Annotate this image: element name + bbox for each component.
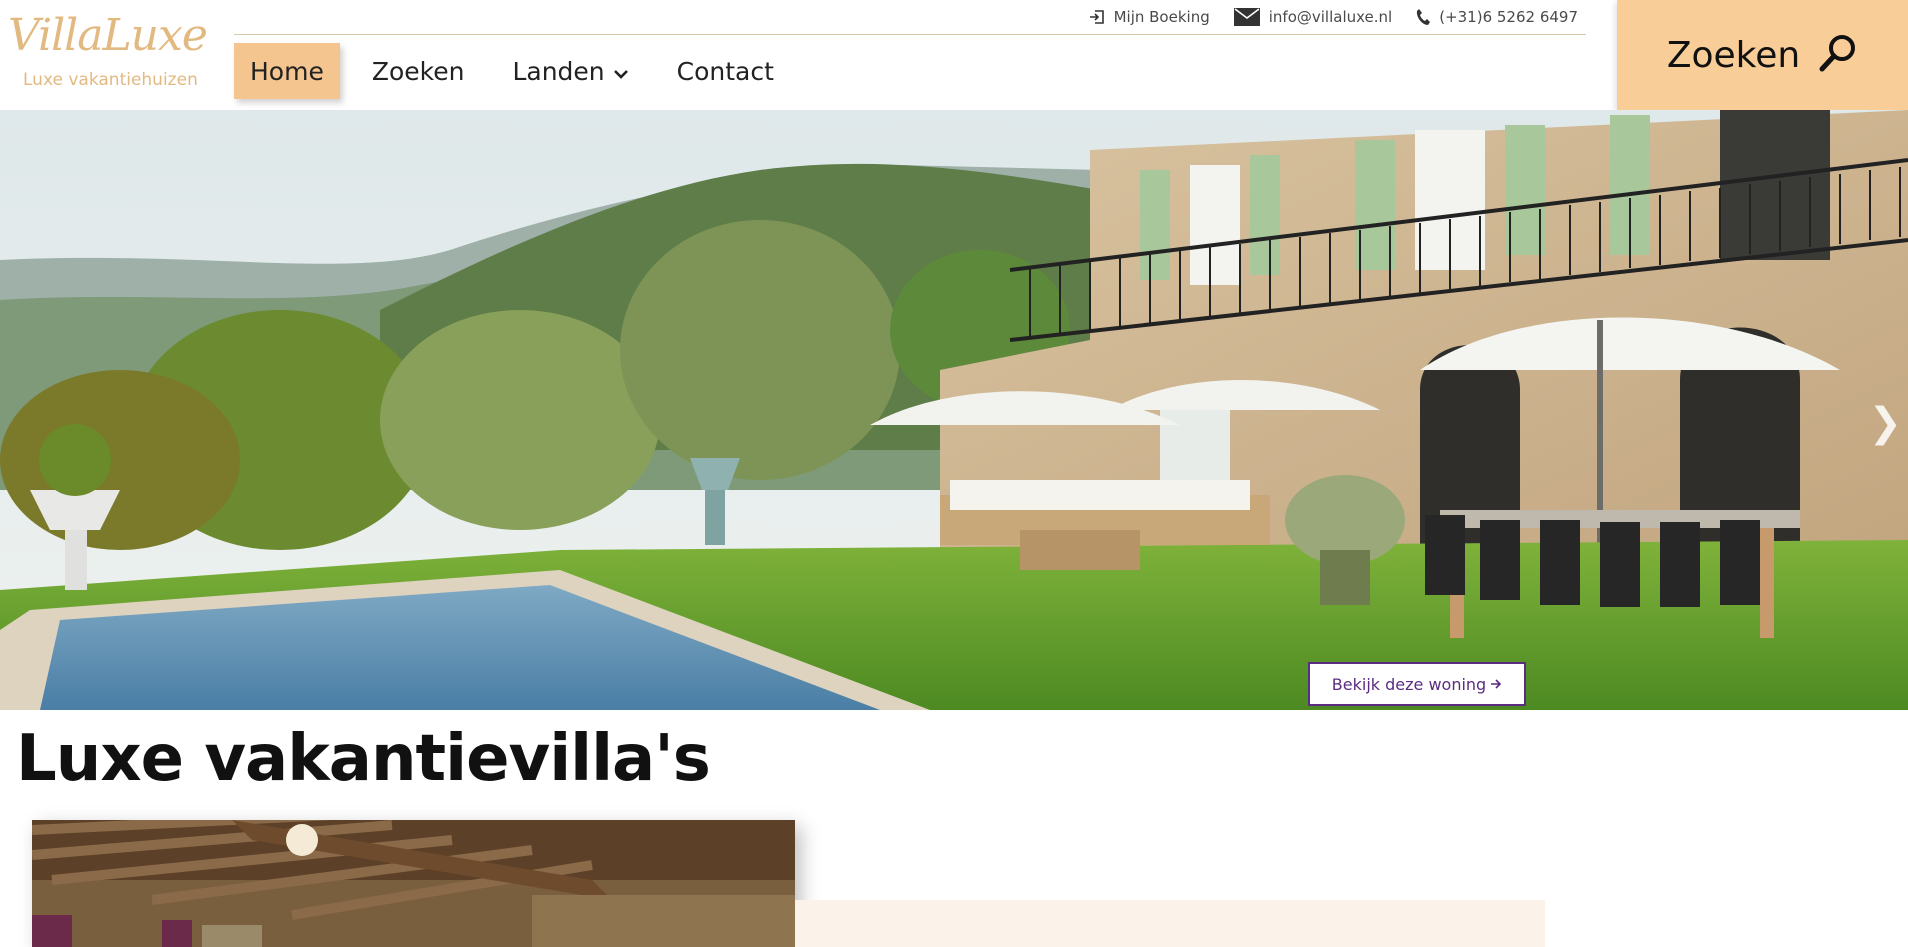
my-booking-label: Mijn Boeking	[1113, 8, 1210, 26]
view-property-button[interactable]: Bekijk deze woning	[1308, 662, 1526, 706]
site-header: VillaLuxe Luxe vakantiehuizen Mijn Boeki…	[0, 0, 1908, 110]
envelope-icon	[1233, 8, 1260, 26]
featured-villa-panel	[795, 900, 1545, 947]
email-link[interactable]: info@villaluxe.nl	[1233, 8, 1393, 26]
arrow-right-icon	[1490, 675, 1502, 694]
logo-tagline: Luxe vakantiehuizen	[23, 70, 198, 90]
phone-icon	[1416, 8, 1431, 26]
nav-item-search-label: Zoeken	[371, 56, 465, 86]
search-cta-label: Zoeken	[1666, 34, 1801, 76]
nav-item-contact-label: Contact	[676, 56, 774, 86]
main-nav: Home Zoeken Landen Contact	[234, 43, 806, 99]
interior-photo	[32, 820, 795, 947]
phone-label: (+31)6 5262 6497	[1439, 8, 1578, 26]
hero-villa-photo	[0, 110, 1908, 710]
view-property-label: Bekijk deze woning	[1331, 674, 1487, 694]
page-title: Luxe vakantievilla's	[16, 722, 711, 796]
login-icon	[1089, 9, 1105, 25]
logo-wordmark: VillaLuxe	[8, 10, 208, 61]
top-contact-bar: Mijn Boeking info@villaluxe.nl (+31)6 52…	[234, 0, 1586, 35]
nav-item-search[interactable]: Zoeken	[356, 43, 481, 99]
my-booking-link[interactable]: Mijn Boeking	[1089, 8, 1210, 26]
logo-link[interactable]: VillaLuxe Luxe vakantiehuizen	[8, 10, 208, 95]
search-cta-button[interactable]: Zoeken	[1617, 0, 1908, 110]
chevron-right-icon[interactable]: ❯	[1868, 400, 1902, 446]
nav-item-countries-label: Landen	[512, 56, 605, 86]
nav-item-home[interactable]: Home	[234, 43, 340, 99]
search-icon	[1818, 33, 1858, 77]
phone-link[interactable]: (+31)6 5262 6497	[1416, 8, 1578, 26]
chevron-down-icon	[613, 57, 629, 86]
email-label: info@villaluxe.nl	[1268, 8, 1393, 26]
nav-item-contact[interactable]: Contact	[661, 43, 790, 99]
featured-villa-image[interactable]	[32, 820, 795, 947]
hero-slider: ❯ Bekijk deze woning	[0, 110, 1908, 710]
nav-item-countries[interactable]: Landen	[496, 43, 644, 99]
nav-item-home-label: Home	[250, 56, 324, 86]
